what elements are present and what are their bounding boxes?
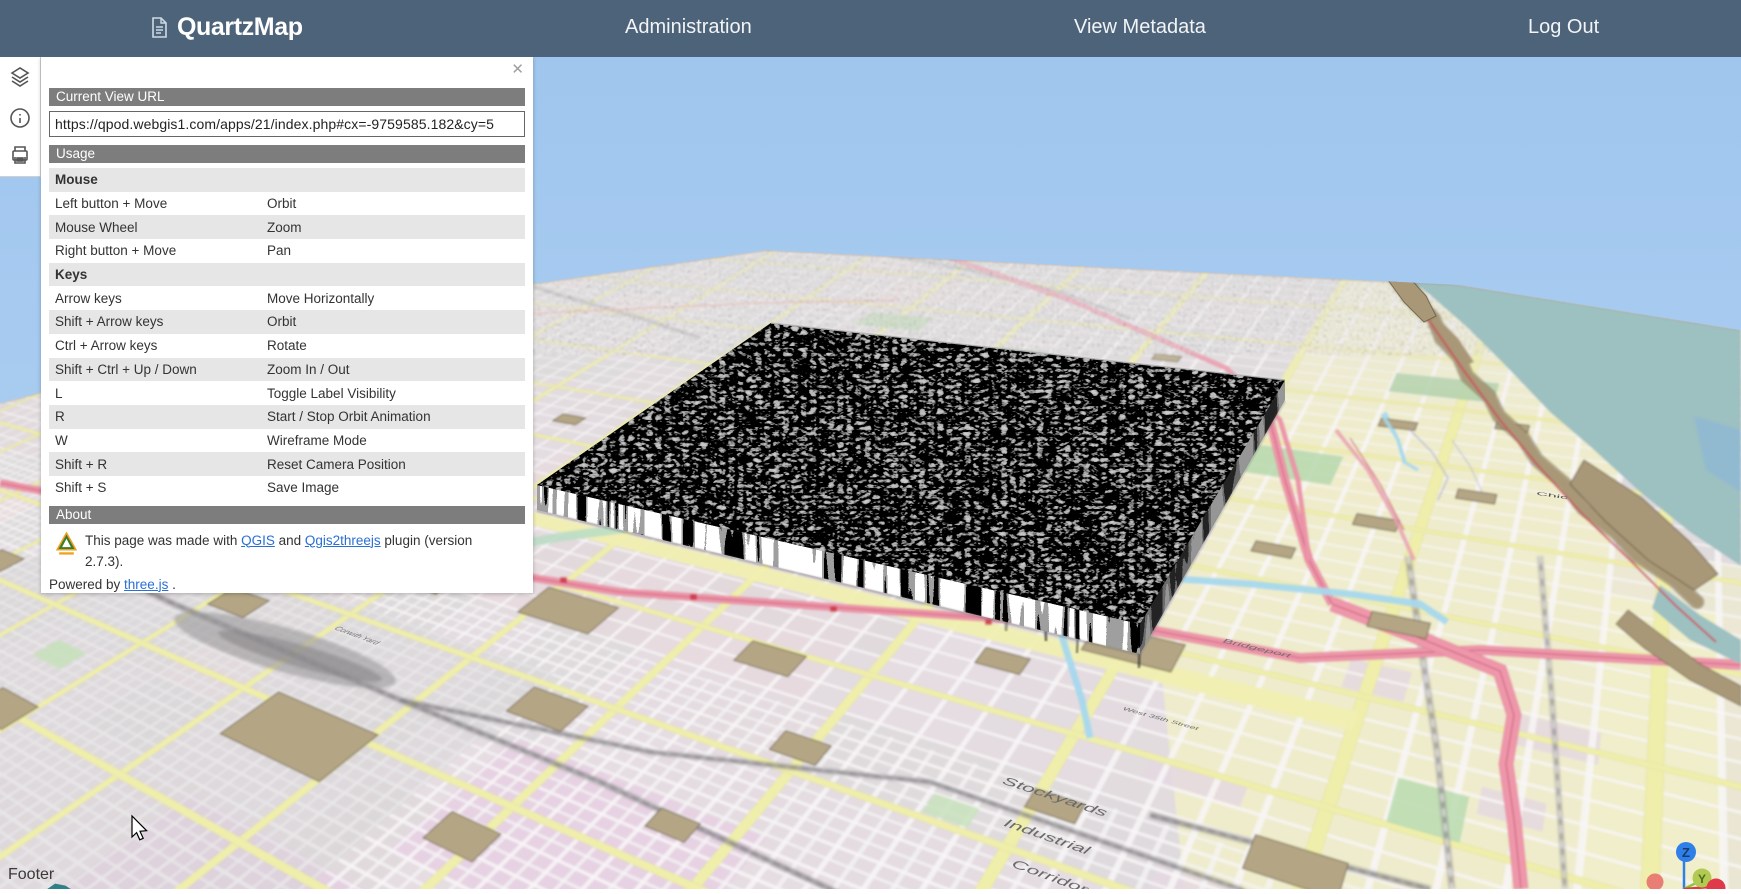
- svg-text:Y: Y: [1698, 872, 1706, 886]
- svg-text:Z: Z: [1682, 845, 1690, 860]
